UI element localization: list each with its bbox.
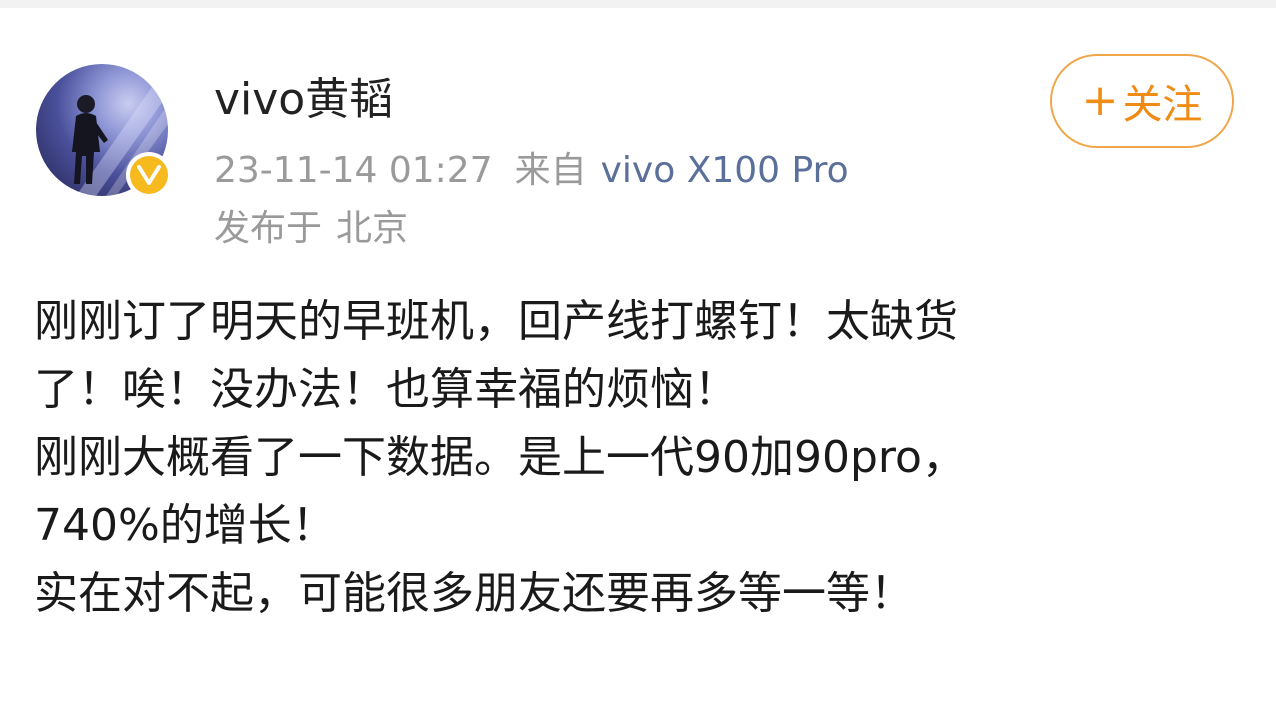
location-city: 北京: [336, 208, 409, 249]
follow-label: 关注: [1122, 82, 1203, 128]
top-divider: [0, 0, 1276, 8]
post-content: 刚刚订了明天的早班机，回产线打螺钉！太缺货 了！唉！没办法！也算幸福的烦恼！ 刚…: [34, 288, 1234, 628]
location-prefix: 发布于: [214, 208, 323, 249]
post-content-line: 实在对不起，可能很多朋友还要再多等一等！: [34, 568, 914, 619]
post-meta: 23-11-14 01:27 来自 vivo X100 Pro: [214, 148, 849, 194]
post-content-line: 刚刚大概看了一下数据。是上一代90加90pro，: [34, 432, 966, 483]
device-link[interactable]: vivo X100 Pro: [601, 150, 849, 191]
post-content-line: 刚刚订了明天的早班机，回产线打螺钉！太缺货: [34, 296, 958, 347]
post-timestamp: 23-11-14 01:27: [214, 150, 493, 191]
follow-button[interactable]: + 关注: [1050, 54, 1234, 148]
plus-icon: +: [1081, 75, 1119, 126]
verified-badge: [126, 152, 172, 198]
post-location: 发布于 北京: [214, 206, 408, 252]
source-prefix: 来自: [514, 150, 587, 191]
post-content-line: 了！唉！没办法！也算幸福的烦恼！: [34, 364, 738, 415]
author-name[interactable]: vivo黄韬: [214, 72, 393, 128]
post-content-line: 740%的增长！: [34, 500, 336, 551]
verified-v-badge-icon: [130, 156, 168, 194]
